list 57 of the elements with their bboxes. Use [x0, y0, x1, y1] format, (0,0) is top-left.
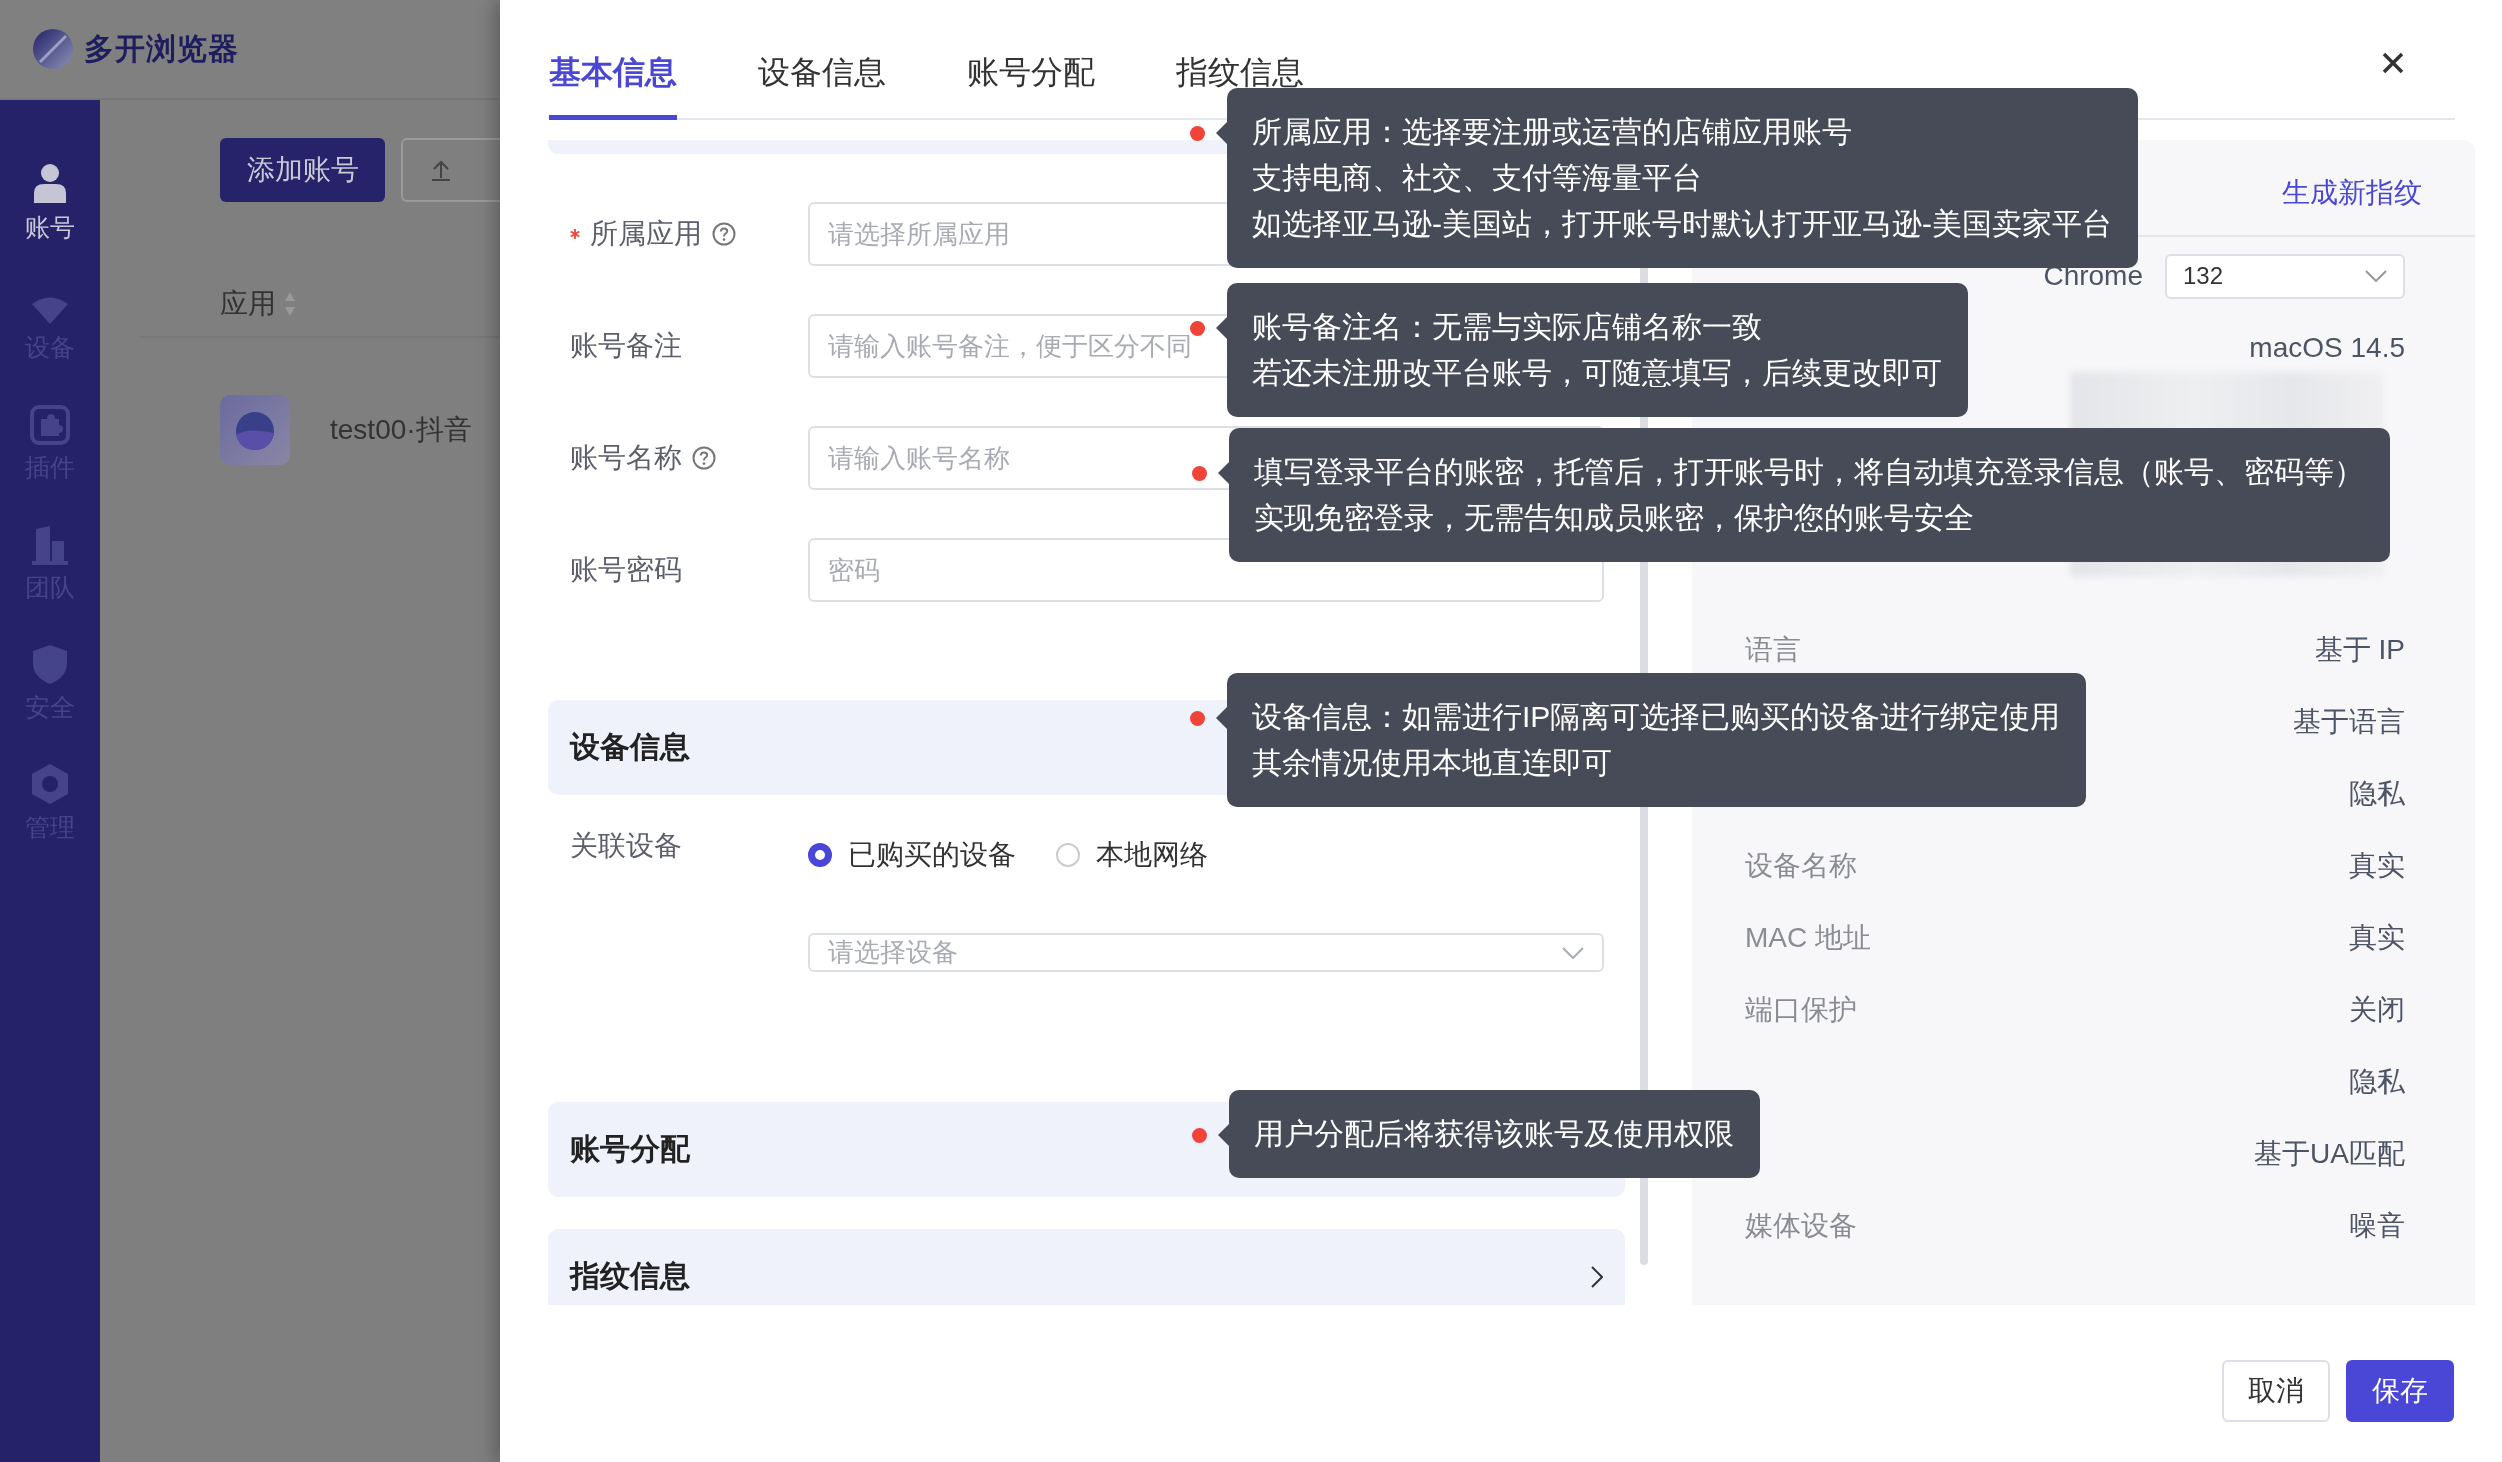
help-icon[interactable] [692, 446, 716, 470]
tab[interactable]: 设备信息 [758, 0, 886, 120]
shield-icon [30, 643, 70, 685]
add-account-button[interactable]: 添加账号 [220, 138, 385, 202]
help-icon[interactable] [712, 222, 736, 246]
field-label: 账号密码 [570, 553, 682, 587]
hexagon-icon [30, 763, 70, 805]
chevron-down-icon [2365, 270, 2387, 282]
setting-value: 噪音 [2349, 1209, 2405, 1243]
setting-value: 关闭 [2349, 993, 2405, 1027]
setting-value: macOS 14.5 [2249, 332, 2405, 364]
field-label: 所属应用 [590, 217, 702, 251]
account-name: test00·抖音 [330, 413, 472, 447]
field-label: 关联设备 [570, 829, 682, 863]
upload-icon [429, 158, 453, 182]
app-name: 多开浏览器 [84, 30, 239, 67]
setting-label: 媒体设备 [1745, 1209, 1857, 1243]
tooltip: 填写登录平台的账密，托管后，打开账号时，将自动填充登录信息（账号、密码等） 实现免密登录，无需告知成员账密，保护您的账号安全 [1229, 428, 2390, 562]
setting-value: 基于 IP [2314, 633, 2405, 667]
setting-value: 隐私 [2349, 777, 2405, 811]
setting-value: 基于UA匹配 [2254, 1137, 2405, 1171]
cancel-button[interactable]: 取消 [2222, 1360, 2330, 1422]
setting-label: 语言 [1745, 633, 1801, 667]
close-icon[interactable] [2382, 52, 2404, 74]
save-button[interactable]: 保存 [2346, 1360, 2454, 1422]
chevron-right-icon[interactable] [1591, 1265, 1603, 1288]
field-label: 账号名称 [570, 441, 682, 475]
tooltip: 用户分配后将获得该账号及使用权限 [1229, 1090, 1760, 1178]
app-icon [220, 395, 290, 465]
chevron-down-icon [1562, 946, 1584, 959]
logo-icon [32, 28, 74, 70]
generate-fingerprint-link[interactable]: 生成新指纹 [2282, 173, 2422, 212]
setting-value: 隐私 [2349, 1065, 2405, 1099]
nav-item[interactable]: 账号 [0, 152, 100, 244]
tab[interactable]: 基本信息 [549, 0, 677, 120]
wifi-icon [30, 295, 70, 325]
tooltip: 设备信息：如需进行IP隔离可选择已购买的设备进行绑定使用 其余情况使用本地直连即可 [1227, 673, 2087, 807]
setting-value: 真实 [2349, 921, 2405, 955]
radio-option[interactable]: 已购买的设备 [808, 836, 1016, 874]
setting-label: 设备名称 [1745, 849, 1857, 883]
building-icon [30, 525, 70, 565]
tooltip: 账号备注名：无需与实际店铺名称一致 若还未注册改平台账号，可随意填写，后续更改即可 [1227, 283, 1968, 417]
section-card[interactable]: 指纹信息 [548, 1229, 1625, 1305]
version-select[interactable]: 132 [2165, 253, 2405, 299]
setting-value: 基于语言 [2293, 705, 2405, 739]
puzzle-icon [30, 405, 70, 445]
setting-label: MAC 地址 [1745, 921, 1871, 955]
section-title: 设备信息 [570, 729, 690, 765]
tab[interactable]: 账号分配 [967, 0, 1095, 120]
field-label: 账号备注 [570, 329, 682, 363]
radio-option[interactable]: 本地网络 [1056, 836, 1208, 874]
section-title: 指纹信息 [570, 1258, 690, 1294]
tooltip: 所属应用：选择要注册或运营的店铺应用账号 支持电商、社交、支付等海量平台 如选择亚马逊-美国站，打开账号时默认打开亚马逊-美国卖家平台 [1227, 88, 2138, 268]
radio-icon[interactable] [808, 843, 832, 867]
setting-label: 端口保护 [1745, 993, 1857, 1027]
section-title: 账号分配 [570, 1131, 690, 1167]
setting-value: 真实 [2349, 849, 2405, 883]
